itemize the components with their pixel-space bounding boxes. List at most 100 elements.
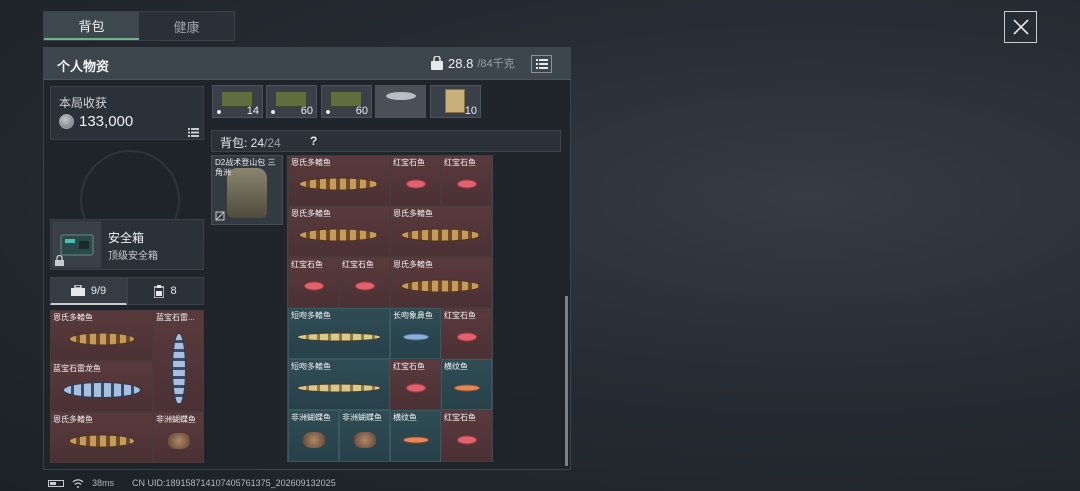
fish-icon	[354, 281, 375, 291]
item-name: 长吻象鼻鱼	[393, 311, 433, 320]
grid-item[interactable]: 红宝石鱼	[441, 410, 492, 462]
safe-box-name: 安全箱	[108, 231, 145, 245]
fish-icon	[405, 179, 426, 189]
scrollbar[interactable]	[565, 296, 568, 466]
tab-safe-box-label: 9/9	[90, 284, 107, 297]
fish-icon	[353, 432, 376, 448]
fish-icon	[297, 383, 381, 393]
fish-icon	[402, 436, 429, 444]
item-name: 恩氏多鳍鱼	[291, 209, 331, 218]
close-button[interactable]	[1004, 11, 1037, 43]
fish-icon	[299, 228, 379, 242]
fish-icon	[303, 281, 324, 291]
grid-item[interactable]: 横纹鱼	[441, 359, 492, 410]
grid-item[interactable]: 短吻多鳍鱼	[288, 359, 390, 410]
grid-item[interactable]: 红宝石鱼	[288, 257, 339, 308]
backpack-label: 背包:	[220, 136, 251, 150]
grid-item[interactable]: 长吻象鼻鱼	[390, 308, 441, 359]
item-name: 蓝宝石雷...	[156, 313, 195, 322]
briefcase-icon	[70, 285, 85, 296]
safe-item[interactable]: 蓝宝石雷...	[153, 310, 204, 412]
item-name: 恩氏多鳍鱼	[393, 260, 433, 269]
item-name: 蓝宝石雷龙鱼	[53, 364, 101, 373]
fish-icon	[405, 383, 426, 393]
fish-icon	[68, 332, 135, 346]
weight-current: 28.8	[448, 55, 474, 71]
item-count: 14	[246, 105, 259, 117]
dot-marker	[326, 110, 330, 114]
safe-item[interactable]: 恩氏多鳍鱼	[50, 310, 153, 361]
grid-item[interactable]: 红宝石鱼	[390, 155, 441, 206]
grid-item[interactable]: 红宝石鱼	[441, 155, 492, 206]
grid-item[interactable]: 红宝石鱼	[390, 359, 441, 410]
uid-text: CN UID:1891587141074057613​75_2026091320…	[132, 478, 336, 488]
fish-icon	[386, 92, 416, 100]
tab-safe-box[interactable]: 9/9	[50, 277, 127, 305]
fish-icon	[453, 384, 480, 392]
top-item[interactable]: 60	[321, 85, 372, 118]
top-item[interactable]: 14	[212, 85, 263, 118]
top-item[interactable]: 10	[430, 85, 481, 118]
backpack-capacity: 背包: 24/24	[220, 134, 281, 151]
safe-item[interactable]: 非洲蝴蝶鱼	[153, 412, 204, 463]
harvest-value: 133,000	[59, 113, 133, 130]
grid-item[interactable]: 非洲蝴蝶鱼	[339, 410, 390, 462]
ping-value: 38ms	[92, 478, 115, 488]
close-icon	[1012, 19, 1029, 35]
harvest-detail-button[interactable]	[188, 124, 199, 142]
grid-item[interactable]: 恩氏多鳍鱼	[390, 257, 492, 308]
list-icon	[535, 59, 548, 69]
dot-marker	[271, 110, 275, 114]
grid-item[interactable]: 短吻多鳍鱼	[288, 308, 390, 359]
item-count: 10	[464, 105, 477, 117]
grid-item[interactable]: 恩氏多鳍鱼	[390, 206, 492, 257]
fish-icon	[401, 228, 481, 242]
fish-icon	[299, 177, 379, 191]
item-name: 非洲蝴蝶鱼	[342, 413, 382, 422]
fish-icon	[402, 333, 429, 341]
weight-max: /84千克	[477, 58, 515, 70]
coin-icon	[59, 114, 74, 129]
item-name: 红宝石鱼	[444, 158, 476, 167]
top-item[interactable]: 60	[266, 85, 317, 118]
item-count: 60	[355, 105, 368, 117]
fish-icon	[456, 332, 477, 342]
fish-icon	[456, 435, 477, 445]
wifi-icon	[72, 478, 84, 488]
grid-item[interactable]: 红宝石鱼	[339, 257, 390, 308]
clipboard-icon	[154, 284, 165, 298]
safe-item[interactable]: 蓝宝石雷龙鱼	[50, 361, 153, 412]
item-name: 非洲蝴蝶鱼	[291, 413, 331, 422]
item-name: 横纹鱼	[444, 362, 468, 371]
fish-icon	[171, 333, 186, 405]
item-name: 短吻多鳍鱼	[291, 311, 331, 320]
unequip-icon	[215, 211, 225, 221]
weight-icon	[431, 55, 443, 70]
fish-icon	[401, 279, 481, 293]
harvest-label: 本局收获	[59, 96, 108, 110]
tab-pouch-label: 8	[170, 285, 177, 297]
tab-health[interactable]: 健康	[139, 12, 234, 40]
top-item[interactable]	[375, 85, 426, 118]
safe-box-subtitle: 顶级安全箱	[108, 251, 158, 262]
fish-icon	[456, 179, 477, 189]
equipped-backpack[interactable]: D2战术登山包 三角洲	[211, 155, 283, 225]
fish-icon	[62, 382, 141, 399]
tab-pouch[interactable]: 8	[127, 277, 204, 305]
grid-item[interactable]: 非洲蝴蝶鱼	[288, 410, 339, 462]
safe-item[interactable]: 恩氏多鳍鱼	[50, 412, 153, 463]
fish-icon	[297, 332, 381, 342]
tab-backpack[interactable]: 背包	[44, 12, 139, 40]
status-footer: 38ms CN UID:1891587141074057613​75_20260…	[48, 478, 336, 488]
backpack-max: /24	[264, 136, 281, 150]
item-name: 红宝石鱼	[291, 260, 323, 269]
grid-item[interactable]: 恩氏多鳍鱼	[288, 155, 390, 206]
battery-icon	[48, 479, 64, 487]
top-tabs: 背包 健康	[43, 11, 235, 41]
sort-menu-button[interactable]	[531, 55, 552, 73]
grid-item[interactable]: 恩氏多鳍鱼	[288, 206, 390, 257]
grid-item[interactable]: 红宝石鱼	[441, 308, 492, 359]
item-name: 恩氏多鳍鱼	[53, 313, 93, 322]
grid-item[interactable]: 横纹鱼	[390, 410, 441, 462]
help-button[interactable]: ?	[310, 134, 317, 148]
